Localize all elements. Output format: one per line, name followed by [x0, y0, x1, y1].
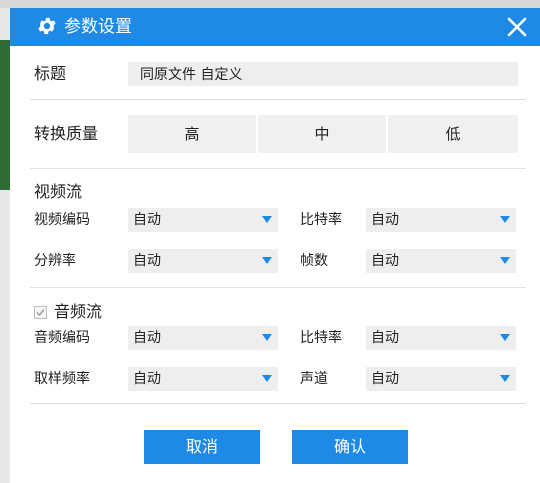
- chevron-down-icon: [500, 334, 510, 341]
- samplerate-label: 取样频率: [34, 371, 90, 387]
- video-codec-value: 自动: [133, 212, 161, 228]
- video-bitrate-select[interactable]: 自动: [366, 208, 516, 232]
- gear-icon: [38, 17, 56, 35]
- divider: [30, 168, 526, 169]
- audio-codec-value: 自动: [133, 330, 161, 346]
- video-section-label: 视频流: [34, 182, 83, 201]
- chevron-down-icon: [262, 257, 272, 264]
- confirm-button[interactable]: 确认: [292, 430, 408, 464]
- audio-codec-select[interactable]: 自动: [128, 326, 278, 350]
- quality-medium-button[interactable]: 中: [258, 115, 386, 153]
- divider: [30, 287, 526, 288]
- fps-label: 帧数: [300, 253, 328, 269]
- resolution-value: 自动: [133, 253, 161, 269]
- chevron-down-icon: [500, 257, 510, 264]
- cancel-button[interactable]: 取消: [144, 430, 260, 464]
- resolution-label: 分辨率: [34, 253, 76, 269]
- chevron-down-icon: [262, 375, 272, 382]
- channel-value: 自动: [371, 371, 399, 387]
- checkmark-icon: [36, 309, 45, 317]
- chevron-down-icon: [500, 216, 510, 223]
- resolution-select[interactable]: 自动: [128, 249, 278, 273]
- audio-enable-checkbox[interactable]: [34, 306, 47, 319]
- chevron-down-icon: [500, 375, 510, 382]
- samplerate-value: 自动: [133, 371, 161, 387]
- background-window-strip: [0, 0, 540, 8]
- channel-label: 声道: [300, 371, 328, 387]
- video-bitrate-label: 比特率: [300, 212, 342, 228]
- dialog-title: 参数设置: [64, 17, 132, 37]
- channel-select[interactable]: 自动: [366, 367, 516, 391]
- divider: [30, 99, 526, 100]
- video-bitrate-value: 自动: [371, 212, 399, 228]
- audio-bitrate-value: 自动: [371, 330, 399, 346]
- audio-bitrate-select[interactable]: 自动: [366, 326, 516, 350]
- title-label: 标题: [34, 64, 67, 83]
- fps-select[interactable]: 自动: [366, 249, 516, 273]
- video-codec-select[interactable]: 自动: [128, 208, 278, 232]
- close-icon[interactable]: [502, 12, 532, 42]
- quality-high-button[interactable]: 高: [128, 115, 256, 153]
- video-codec-label: 视频编码: [34, 212, 90, 228]
- samplerate-select[interactable]: 自动: [128, 367, 278, 391]
- chevron-down-icon: [262, 216, 272, 223]
- quality-label: 转换质量: [34, 124, 99, 143]
- audio-bitrate-label: 比特率: [300, 330, 342, 346]
- settings-dialog: 参数设置 标题 转换质量 高 中 低 视频流 视频编码 自动 比特率 自动 分辨…: [10, 8, 540, 483]
- title-input[interactable]: [128, 62, 518, 86]
- quality-low-button[interactable]: 低: [388, 115, 518, 153]
- dialog-titlebar[interactable]: 参数设置: [10, 8, 540, 46]
- chevron-down-icon: [262, 334, 272, 341]
- fps-value: 自动: [371, 253, 399, 269]
- audio-section-label: 音频流: [54, 302, 103, 321]
- divider: [30, 403, 526, 404]
- audio-codec-label: 音频编码: [34, 330, 90, 346]
